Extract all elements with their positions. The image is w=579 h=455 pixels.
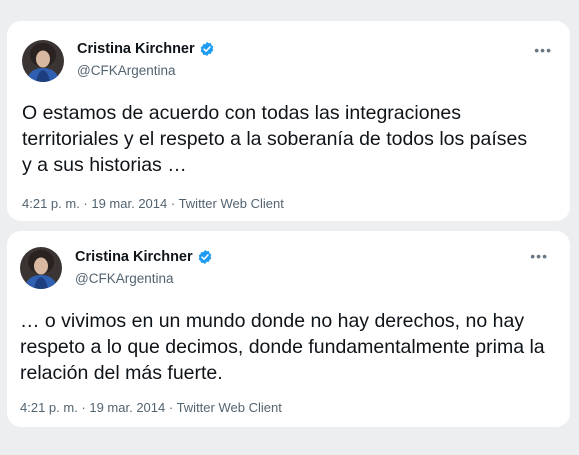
avatar-image (22, 40, 64, 82)
more-horizontal-icon[interactable]: ••• (530, 249, 548, 263)
author-name[interactable]: Cristina Kirchner (75, 249, 193, 265)
verified-badge-icon (200, 42, 213, 56)
tweet-text: … o vivimos en un mundo donde no hay der… (20, 310, 545, 384)
avatar[interactable] (20, 247, 62, 289)
verified-badge-icon (198, 250, 211, 264)
author-handle[interactable]: @CFKArgentina (77, 63, 176, 78)
author-handle[interactable]: @CFKArgentina (75, 271, 174, 286)
tweet-timestamp[interactable]: 4:21 p. m. · 19 mar. 2014 · Twitter Web … (22, 196, 284, 211)
tweet-text: O estamos de acuerdo con todas las integ… (22, 102, 528, 176)
author-name[interactable]: Cristina Kirchner (77, 41, 195, 57)
tweet-card[interactable]: Cristina Kirchner @CFKArgentina ••• O es… (7, 21, 570, 221)
author-row: Cristina Kirchner (77, 41, 215, 57)
tweet-timestamp[interactable]: 4:21 p. m. · 19 mar. 2014 · Twitter Web … (20, 400, 282, 415)
avatar-image (20, 247, 62, 289)
tweet-card[interactable]: Cristina Kirchner @CFKArgentina ••• … o … (7, 231, 570, 427)
author-row: Cristina Kirchner (75, 249, 213, 265)
more-horizontal-icon[interactable]: ••• (534, 43, 552, 57)
avatar[interactable] (22, 40, 64, 82)
